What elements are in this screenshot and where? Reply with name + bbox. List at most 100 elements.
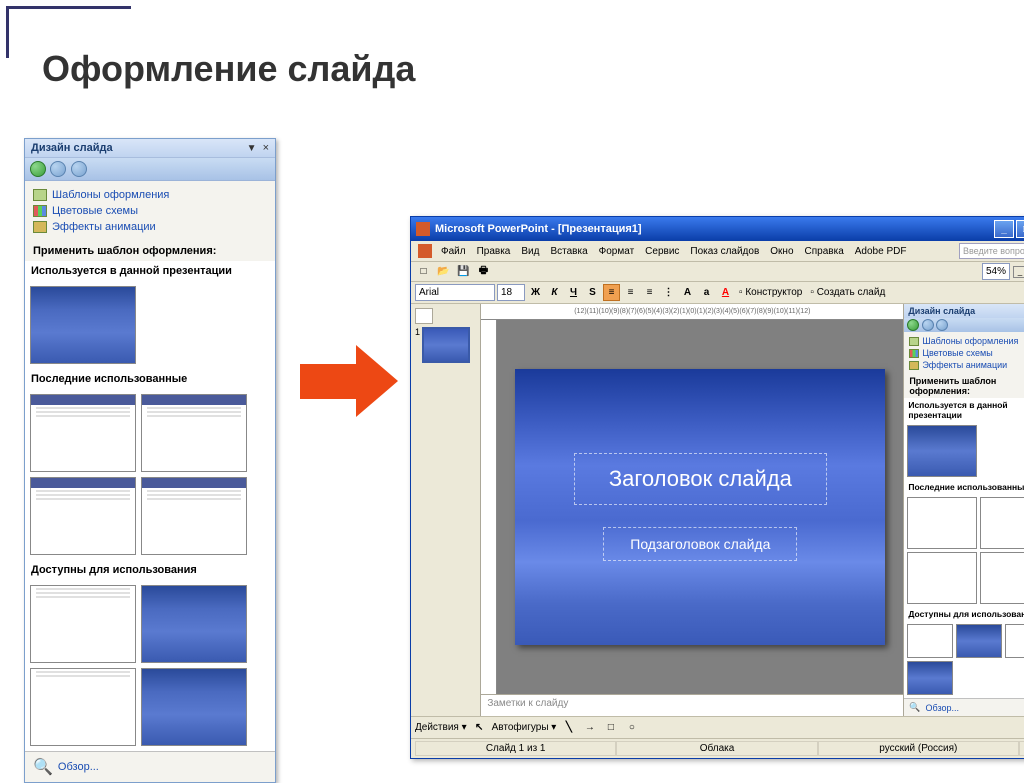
template-thumb[interactable] — [141, 394, 247, 472]
slide-thumb-1[interactable]: 1 — [415, 327, 476, 363]
taskpane-footer[interactable]: 🔍 Обзор... — [25, 751, 275, 782]
template-thumb[interactable] — [141, 668, 247, 746]
bullets-button[interactable]: ⋮ — [660, 284, 677, 301]
template-thumb[interactable] — [141, 477, 247, 555]
browse-link[interactable]: Обзор... — [926, 703, 960, 713]
effects-icon — [33, 221, 47, 233]
nav-home-icon[interactable] — [936, 319, 948, 331]
nav-fwd-icon[interactable] — [50, 161, 66, 177]
template-thumb[interactable] — [907, 552, 977, 604]
align-center-button[interactable]: ≡ — [622, 284, 639, 301]
taskpane-footer[interactable]: 🔍 Обзор... — [904, 698, 1024, 716]
decrease-font-button[interactable]: a — [698, 284, 715, 301]
menu-edit[interactable]: Правка — [472, 244, 516, 259]
template-thumb[interactable] — [30, 286, 136, 364]
align-left-button[interactable]: ≡ — [603, 284, 620, 301]
slide-editor: (12)(11)(10)(9)(8)(7)(6)(5)(4)(3)(2)(1)(… — [481, 304, 903, 716]
link-colors[interactable]: Цветовые схемы — [33, 203, 267, 219]
template-thumb[interactable] — [907, 661, 953, 695]
template-thumb[interactable] — [30, 668, 136, 746]
menu-tools[interactable]: Сервис — [640, 244, 684, 259]
fontsize-select[interactable]: 18 — [497, 284, 525, 301]
titlebar[interactable]: Microsoft PowerPoint - [Презентация1] _ … — [411, 217, 1024, 241]
template-thumb[interactable] — [907, 425, 977, 477]
link-templates[interactable]: Шаблоны оформления — [33, 187, 267, 203]
template-thumb[interactable] — [980, 552, 1024, 604]
statusbar: Слайд 1 из 1 Облака русский (Россия) — [411, 738, 1024, 758]
autoshapes-menu[interactable]: Автофигуры ▾ — [492, 722, 557, 733]
menu-help[interactable]: Справка — [800, 244, 849, 259]
menu-slideshow[interactable]: Показ слайдов — [685, 244, 764, 259]
help-search-input[interactable]: Введите вопрос — [959, 243, 1024, 259]
menu-view[interactable]: Вид — [516, 244, 544, 259]
arrow-icon[interactable]: → — [581, 719, 598, 736]
shadow-button[interactable]: S — [584, 284, 601, 301]
template-thumb[interactable] — [30, 394, 136, 472]
new-icon[interactable]: □ — [415, 263, 432, 280]
maximize-button[interactable]: □ — [1016, 220, 1024, 238]
slide-thumb-image — [422, 327, 470, 363]
section-recent: Последние использованные — [904, 480, 1024, 494]
rect-icon[interactable]: □ — [602, 719, 619, 736]
notes-pane[interactable]: Заметки к слайду — [481, 694, 903, 716]
template-thumb[interactable] — [141, 585, 247, 663]
slide-title-placeholder[interactable]: Заголовок слайда — [574, 453, 827, 505]
browse-link[interactable]: Обзор... — [58, 761, 99, 773]
italic-button[interactable]: К — [546, 284, 563, 301]
slide-canvas[interactable]: Заголовок слайда Подзаголовок слайда — [515, 369, 885, 645]
link-colors[interactable]: Цветовые схемы — [909, 347, 1024, 359]
nav-back-icon[interactable] — [907, 319, 919, 331]
section-used: Используется в данной презентации — [904, 398, 1024, 422]
taskpane-header[interactable]: Дизайн слайда ▼ × — [904, 304, 1024, 318]
bold-button[interactable]: Ж — [527, 284, 544, 301]
powerpoint-window: Microsoft PowerPoint - [Презентация1] _ … — [410, 216, 1024, 759]
zoom-select[interactable]: 54% — [982, 263, 1010, 280]
template-thumb[interactable] — [30, 585, 136, 663]
vertical-ruler — [481, 320, 497, 694]
link-templates[interactable]: Шаблоны оформления — [909, 335, 1024, 347]
template-thumb[interactable] — [907, 624, 953, 658]
new-slide-button[interactable]: ▫ Создать слайд — [807, 287, 888, 298]
designer-button[interactable]: ▫ Конструктор — [736, 287, 805, 298]
align-right-button[interactable]: ≡ — [641, 284, 658, 301]
close-icon[interactable]: × — [263, 142, 269, 154]
minimize-button[interactable]: _ — [994, 220, 1014, 238]
print-icon[interactable]: 🖶 — [475, 263, 492, 280]
link-effects[interactable]: Эффекты анимации — [33, 219, 267, 235]
outline-tab[interactable] — [415, 308, 433, 324]
slide-canvas-wrap: Заголовок слайда Подзаголовок слайда — [497, 320, 903, 694]
taskpane-dropdown-icon[interactable]: ▼ — [247, 143, 257, 154]
slide-subtitle-placeholder[interactable]: Подзаголовок слайда — [603, 527, 797, 561]
taskpane-header[interactable]: Дизайн слайда ▼ × — [25, 139, 275, 158]
template-thumb[interactable] — [980, 497, 1024, 549]
status-extra — [1019, 741, 1024, 756]
taskpane-nav — [904, 318, 1024, 332]
template-thumb[interactable] — [30, 477, 136, 555]
underline-button[interactable]: Ч — [565, 284, 582, 301]
line-icon[interactable]: ╲ — [560, 719, 577, 736]
menu-window[interactable]: Окно — [765, 244, 798, 259]
template-thumb[interactable] — [956, 624, 1002, 658]
save-icon[interactable]: 💾 — [455, 263, 472, 280]
app-menu-icon[interactable] — [418, 244, 432, 258]
menu-format[interactable]: Формат — [594, 244, 640, 259]
template-thumb[interactable] — [1005, 624, 1024, 658]
pointer-icon[interactable]: ↖ — [471, 719, 488, 736]
increase-font-button[interactable]: A — [679, 284, 696, 301]
font-select[interactable]: Arial — [415, 284, 495, 301]
oval-icon[interactable]: ○ — [623, 719, 640, 736]
open-icon[interactable]: 📂 — [435, 263, 452, 280]
actions-menu[interactable]: Действия ▾ — [415, 722, 467, 733]
nav-home-icon[interactable] — [71, 161, 87, 177]
doc-minimize[interactable]: _ — [1013, 266, 1024, 278]
menu-file[interactable]: Файл — [436, 244, 471, 259]
link-effects[interactable]: Эффекты анимации — [909, 359, 1024, 371]
nav-fwd-icon[interactable] — [922, 319, 934, 331]
nav-back-icon[interactable] — [30, 161, 46, 177]
page-title: Оформление слайда — [42, 48, 415, 90]
menu-insert[interactable]: Вставка — [545, 244, 592, 259]
font-color-button[interactable]: A — [717, 284, 734, 301]
template-thumb[interactable] — [907, 497, 977, 549]
menu-adobe[interactable]: Adobe PDF — [850, 244, 912, 259]
drawing-toolbar: Действия ▾ ↖ Автофигуры ▾ ╲ → □ ○ — [411, 716, 1024, 738]
